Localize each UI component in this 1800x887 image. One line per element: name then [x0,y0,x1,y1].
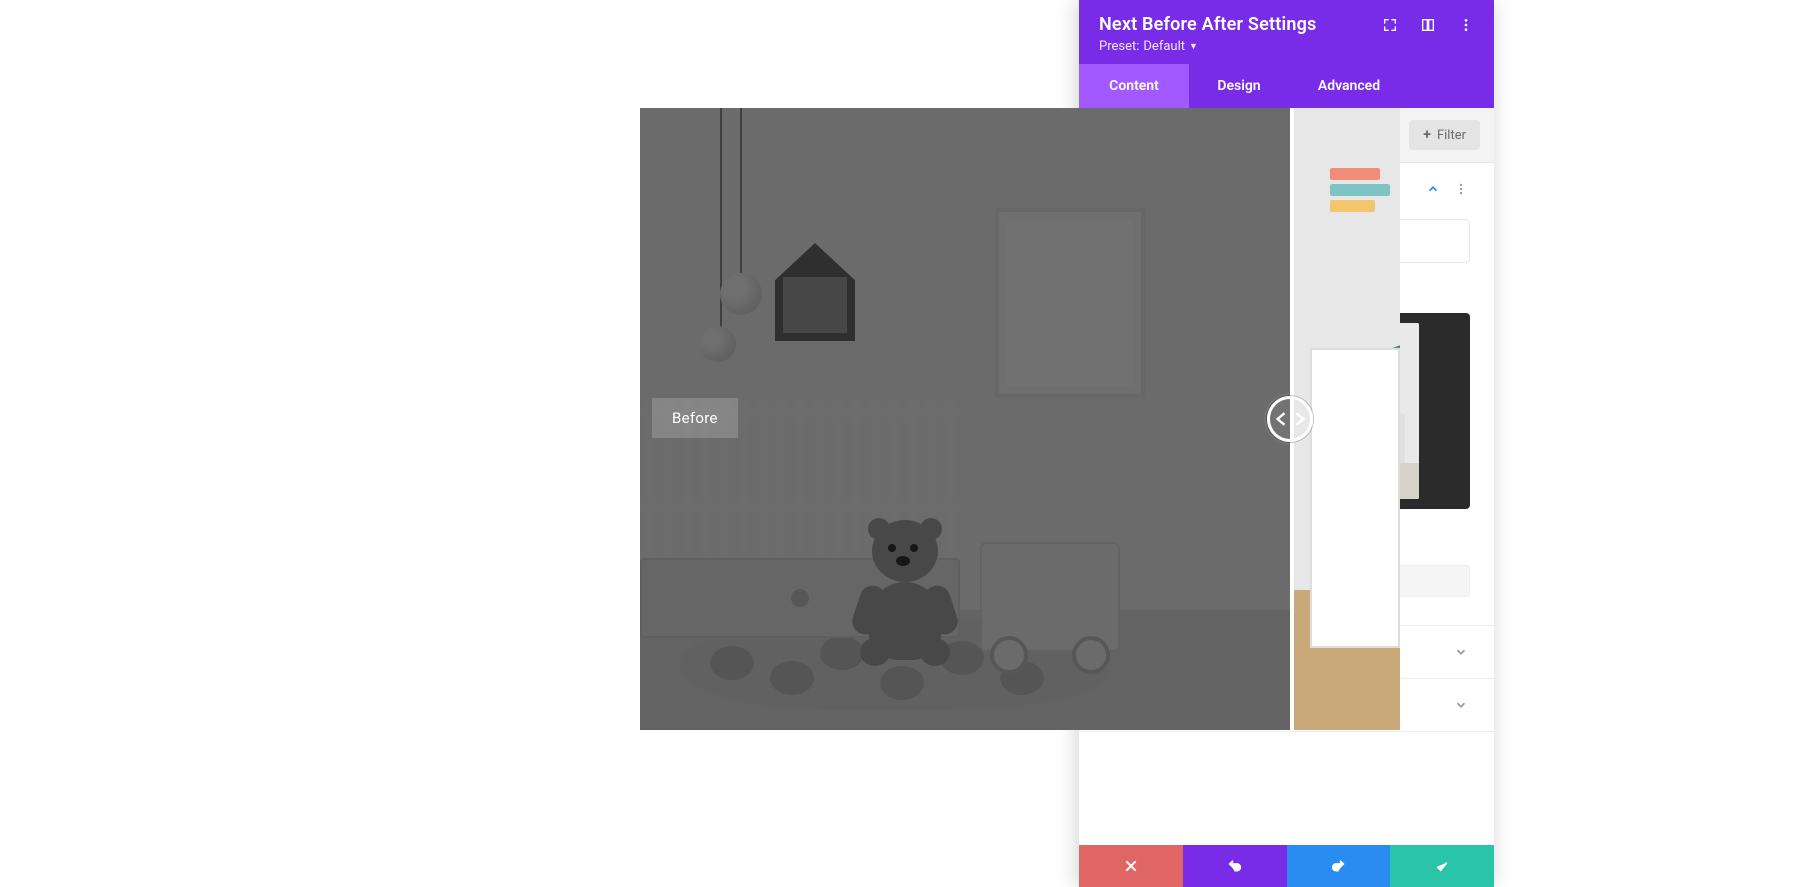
tab-advanced[interactable]: Advanced [1289,64,1409,108]
preset-dropdown[interactable]: Preset: Default ▼ [1099,39,1198,54]
slider-handle[interactable] [1267,396,1313,442]
tab-content[interactable]: Content [1079,64,1189,108]
chevron-down-icon [1454,645,1468,659]
more-vert-icon[interactable] [1458,17,1474,33]
plus-icon: + [1423,127,1431,143]
caret-down-icon: ▼ [1189,41,1198,52]
main-tabs: Content Design Advanced [1079,64,1494,108]
chevron-up-icon [1426,182,1440,196]
tab-design[interactable]: Design [1189,64,1289,108]
preset-name: Default [1143,39,1185,54]
close-icon [1123,858,1139,874]
undo-button[interactable] [1183,845,1287,887]
page-gutter [1494,0,1800,887]
before-label-badge: Before [652,398,738,438]
check-icon [1434,858,1450,874]
more-vert-icon[interactable] [1454,182,1468,196]
chevron-down-icon [1454,698,1468,712]
preset-prefix: Preset: [1099,39,1139,54]
save-button[interactable] [1390,845,1494,887]
filter-label: Filter [1437,128,1466,143]
expand-icon[interactable] [1382,17,1398,33]
filter-button[interactable]: + Filter [1409,120,1480,150]
panel-footer [1079,845,1494,887]
columns-icon[interactable] [1420,17,1436,33]
preview-canvas: Before [0,0,1080,887]
redo-icon [1330,858,1346,874]
panel-title: Next Before After Settings [1099,14,1317,35]
undo-icon [1227,858,1243,874]
panel-header: Next Before After Settings Preset: Defau… [1079,0,1494,64]
before-after-module[interactable]: Before [640,108,1400,730]
cancel-button[interactable] [1079,845,1183,887]
redo-button[interactable] [1287,845,1391,887]
